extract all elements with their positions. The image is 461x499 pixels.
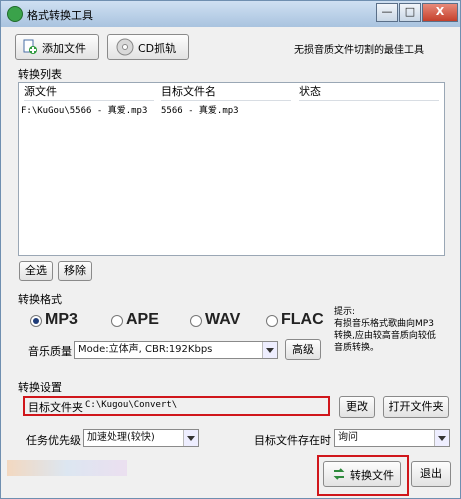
exit-button[interactable]: 退出: [411, 461, 451, 487]
format-section-label: 转换格式: [18, 293, 62, 306]
window-title: 格式转换工具: [27, 9, 93, 22]
blurred-area: [7, 460, 127, 476]
quality-value: Mode:立体声, CBR:192Kbps: [78, 344, 213, 355]
settings-section-label: 转换设置: [18, 381, 62, 394]
priority-label: 任务优先级: [26, 434, 81, 447]
format-wav-label[interactable]: WAV: [205, 311, 240, 329]
table-row[interactable]: F:\KuGou\5566 - 真爱.mp3 5566 - 真爱.mp3: [19, 102, 444, 116]
add-file-label: 添加文件: [42, 42, 86, 55]
format-mp3-label[interactable]: MP3: [45, 311, 78, 329]
radio-flac[interactable]: [266, 315, 278, 327]
column-status[interactable]: 状态: [299, 83, 439, 101]
add-file-button[interactable]: 添加文件: [15, 34, 99, 60]
change-folder-button[interactable]: 更改: [339, 396, 375, 418]
exists-label: 目标文件存在时: [254, 434, 331, 447]
radio-wav[interactable]: [190, 315, 202, 327]
close-button[interactable]: X: [422, 3, 458, 22]
exists-value: 询问: [338, 432, 358, 443]
radio-ape[interactable]: [111, 315, 123, 327]
title-bar: 格式转换工具 — □ X: [1, 1, 460, 27]
format-ape-label[interactable]: APE: [126, 311, 159, 329]
quality-label: 音乐质量: [28, 345, 72, 358]
cd-rip-label: CD抓轨: [138, 42, 177, 55]
app-icon: [7, 6, 23, 22]
add-file-icon: [23, 39, 37, 54]
priority-value: 加速处理(较快): [87, 432, 155, 443]
chevron-down-icon: [183, 430, 198, 446]
conversion-list[interactable]: 源文件 目标文件名 状态 F:\KuGou\5566 - 真爱.mp3 5566…: [18, 82, 445, 256]
column-target[interactable]: 目标文件名: [161, 83, 291, 101]
convert-button[interactable]: 转换文件: [323, 461, 401, 487]
maximize-button[interactable]: □: [399, 3, 421, 22]
radio-mp3[interactable]: [30, 315, 42, 327]
advanced-button[interactable]: 高级: [285, 339, 321, 360]
convert-label: 转换文件: [350, 469, 394, 482]
row-source: F:\KuGou\5566 - 真爱.mp3: [21, 106, 148, 116]
open-folder-button[interactable]: 打开文件夹: [383, 396, 449, 418]
target-folder-label: 目标文件夹: [28, 401, 83, 414]
slogan-text: 无损音质文件切割的最佳工具: [294, 45, 424, 56]
row-target: 5566 - 真爱.mp3: [161, 106, 239, 116]
converter-window: 格式转换工具 — □ X 添加文件 CD抓轨 无损音质文件切割的最佳工具 转换列…: [0, 0, 461, 499]
exists-select[interactable]: 询问: [334, 429, 450, 447]
cd-icon: [116, 38, 134, 56]
list-section-label: 转换列表: [18, 68, 62, 81]
convert-icon: [333, 468, 345, 480]
remove-button[interactable]: 移除: [58, 261, 92, 281]
target-folder-field[interactable]: C:\Kugou\Convert\: [85, 400, 177, 410]
column-source[interactable]: 源文件: [24, 83, 154, 101]
format-flac-label[interactable]: FLAC: [281, 311, 324, 329]
chevron-down-icon: [434, 430, 449, 446]
format-tip: 提示: 有损音乐格式歌曲向MP3 转换,应由较高音质向较低 音质转换。: [334, 307, 436, 353]
select-all-button[interactable]: 全选: [19, 261, 53, 281]
minimize-button[interactable]: —: [376, 3, 398, 22]
quality-select[interactable]: Mode:立体声, CBR:192Kbps: [74, 341, 278, 359]
cd-rip-button[interactable]: CD抓轨: [107, 34, 189, 60]
priority-select[interactable]: 加速处理(较快): [83, 429, 199, 447]
chevron-down-icon: [262, 342, 277, 358]
